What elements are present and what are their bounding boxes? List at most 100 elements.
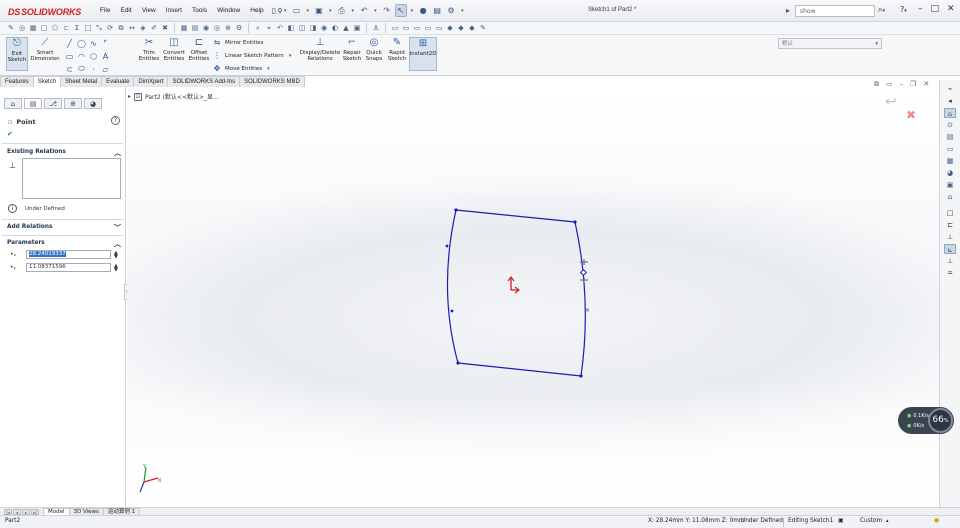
- existing-relations-header[interactable]: Existing Relations ︿: [7, 148, 123, 158]
- new-document-icon[interactable]: ▯: [268, 4, 280, 17]
- rotate-icon[interactable]: ⟳: [105, 23, 115, 33]
- display-manager-tab-icon[interactable]: ◕: [84, 98, 102, 109]
- smart-dimension-button[interactable]: ⟋ Smart Dimension: [30, 37, 59, 71]
- design-library-icon[interactable]: ▤: [944, 132, 956, 142]
- standard-view-3-icon[interactable]: ▭: [412, 23, 422, 33]
- previous-view-icon[interactable]: ↶: [275, 23, 285, 33]
- copy-icon[interactable]: ⧉: [116, 23, 126, 33]
- next-tab-icon[interactable]: ▸: [22, 508, 30, 515]
- chevron-up-icon[interactable]: ︿: [114, 239, 121, 249]
- view-settings-icon[interactable]: ▣: [352, 23, 362, 33]
- plane-icon[interactable]: ▱: [100, 63, 111, 75]
- sum-icon[interactable]: Σ: [72, 23, 82, 33]
- first-tab-icon[interactable]: |◂: [4, 508, 12, 515]
- prev-tab-icon[interactable]: ◂: [13, 508, 21, 515]
- chevron-up-icon[interactable]: ︿: [114, 148, 121, 158]
- file-properties-icon[interactable]: ▤: [431, 4, 443, 17]
- relation-perp-icon[interactable]: ⊥: [944, 232, 956, 242]
- print-caret-icon[interactable]: ▾: [352, 8, 355, 14]
- minimize-button[interactable]: –: [918, 4, 923, 14]
- rapid-sketch-button[interactable]: ✎ Rapid Sketch: [387, 37, 407, 71]
- select-caret-icon[interactable]: ▾: [411, 8, 414, 14]
- convert-entities-button[interactable]: ◫ Convert Entities: [162, 37, 186, 71]
- standard-view-1-icon[interactable]: ▭: [390, 23, 400, 33]
- search-icon[interactable]: ⌕▾: [878, 5, 885, 15]
- offset-entities-button[interactable]: ⊏ Offset Entities: [188, 37, 210, 71]
- units-caret-icon[interactable]: ▴: [886, 518, 889, 524]
- resources-icon[interactable]: ⊙: [944, 120, 956, 130]
- anchor-icon[interactable]: ⚓: [371, 23, 381, 33]
- scale-icon[interactable]: ⤡: [94, 23, 104, 33]
- open-folder-icon[interactable]: ▭: [291, 4, 303, 17]
- check-icon[interactable]: ✔: [7, 130, 13, 138]
- search-input[interactable]: ▸ show: [786, 5, 875, 17]
- linear-pattern-button[interactable]: ⋮ Linear Sketch Pattern ▾: [212, 51, 293, 60]
- new-caret-icon[interactable]: ▾: [284, 8, 287, 14]
- fillet-icon[interactable]: ⌜: [100, 37, 111, 49]
- view-palette-icon[interactable]: ▦: [944, 156, 956, 166]
- sketch-rect-icon[interactable]: □: [944, 208, 956, 218]
- arc-icon[interactable]: ◠: [76, 50, 87, 62]
- standard-view-5-icon[interactable]: ▭: [434, 23, 444, 33]
- config-manager-tab-icon[interactable]: ⎇: [44, 98, 62, 109]
- status-units[interactable]: Custom: [860, 518, 882, 524]
- table-icon[interactable]: ▤: [190, 23, 200, 33]
- rectangle-tool-icon[interactable]: ▭: [64, 50, 75, 62]
- standard-view-6-icon[interactable]: ◆: [445, 23, 455, 33]
- smart-dim-icon[interactable]: ⊏: [944, 220, 956, 230]
- tab-addins[interactable]: SOLIDWORKS Add-Ins: [167, 76, 241, 87]
- select-cursor-icon[interactable]: ↖: [394, 4, 407, 17]
- viewport-restore-icon[interactable]: ▭: [886, 80, 893, 89]
- tab-sketch[interactable]: Sketch: [32, 76, 62, 87]
- solidworks-logo[interactable]: DS SOLIDWORKS: [8, 5, 81, 19]
- options-gear-icon[interactable]: ⚙: [445, 4, 457, 17]
- view-heads-up-icon[interactable]: ⌁: [944, 84, 956, 94]
- help-icon[interactable]: ?▾: [900, 5, 907, 14]
- viewport-minimize-icon[interactable]: –: [900, 80, 904, 89]
- text-tool-icon[interactable]: A: [100, 50, 111, 62]
- tab-sheet-metal[interactable]: Sheet Metal: [60, 76, 103, 87]
- sketch-picture-icon[interactable]: ▦: [28, 23, 38, 33]
- slot-icon[interactable]: ⊂: [61, 23, 71, 33]
- redo-icon[interactable]: ↷: [381, 4, 393, 17]
- linear-pattern-caret-icon[interactable]: ▾: [289, 53, 292, 59]
- standard-view-8-icon[interactable]: ◆: [467, 23, 477, 33]
- rectangle-icon[interactable]: □: [39, 23, 49, 33]
- mirror-entities-button[interactable]: ⇋ Mirror Entities: [212, 38, 264, 47]
- notification-icon[interactable]: ●: [934, 518, 939, 524]
- print-icon[interactable]: ⎙: [336, 4, 348, 17]
- add-relations-header[interactable]: Add Relations ﹀: [7, 224, 123, 232]
- zoom-area-icon[interactable]: ⌖: [264, 23, 274, 33]
- display-style-icon[interactable]: ◨: [308, 23, 318, 33]
- grid-icon[interactable]: ▦: [179, 23, 189, 33]
- forum-icon[interactable]: ⌂: [944, 192, 956, 202]
- 3d-sketch-icon[interactable]: ◎: [17, 23, 27, 33]
- open-caret-icon[interactable]: ▾: [307, 8, 310, 14]
- save-caret-icon[interactable]: ▾: [329, 8, 332, 14]
- display-delete-relations-button[interactable]: ⊥ Display/Delete Relations: [300, 37, 340, 71]
- menu-help[interactable]: Help: [245, 6, 268, 16]
- section-view-icon[interactable]: ◧: [286, 23, 296, 33]
- standard-view-2-icon[interactable]: ▭: [401, 23, 411, 33]
- relations-list[interactable]: [22, 158, 121, 199]
- sketch-overlay-icon[interactable]: ◎: [212, 23, 222, 33]
- spline-icon[interactable]: ∿: [88, 37, 99, 49]
- search-scope-icon[interactable]: ▸: [786, 6, 790, 15]
- param-y-input[interactable]: 11.08371596: [26, 263, 111, 272]
- settings-cog-icon[interactable]: ⚙: [234, 23, 244, 33]
- appearance-icon[interactable]: ◐: [330, 23, 340, 33]
- save-icon[interactable]: ▣: [313, 4, 325, 17]
- ellipse-icon[interactable]: ⬭: [76, 63, 87, 75]
- tab-features[interactable]: Features: [0, 76, 34, 87]
- quick-snaps-button[interactable]: ◎ Quick Snaps: [364, 37, 384, 71]
- appearances-icon[interactable]: ◕: [944, 168, 956, 178]
- exit-sketch-button[interactable]: ⎋ Exit Sketch: [6, 37, 28, 71]
- point-tool-icon[interactable]: ·: [88, 63, 99, 75]
- feature-tree-flyout[interactable]: ▸ ⊡ Part2 (默认<<默认>_显...: [128, 92, 219, 101]
- standard-view-4-icon[interactable]: ▭: [423, 23, 433, 33]
- coincident-icon[interactable]: ⊾: [944, 244, 956, 254]
- menu-window[interactable]: Window: [212, 6, 245, 16]
- maximize-button[interactable]: □: [931, 4, 940, 14]
- dimxpert-tab-icon[interactable]: ⊕: [64, 98, 82, 109]
- last-tab-icon[interactable]: ▸|: [31, 508, 39, 515]
